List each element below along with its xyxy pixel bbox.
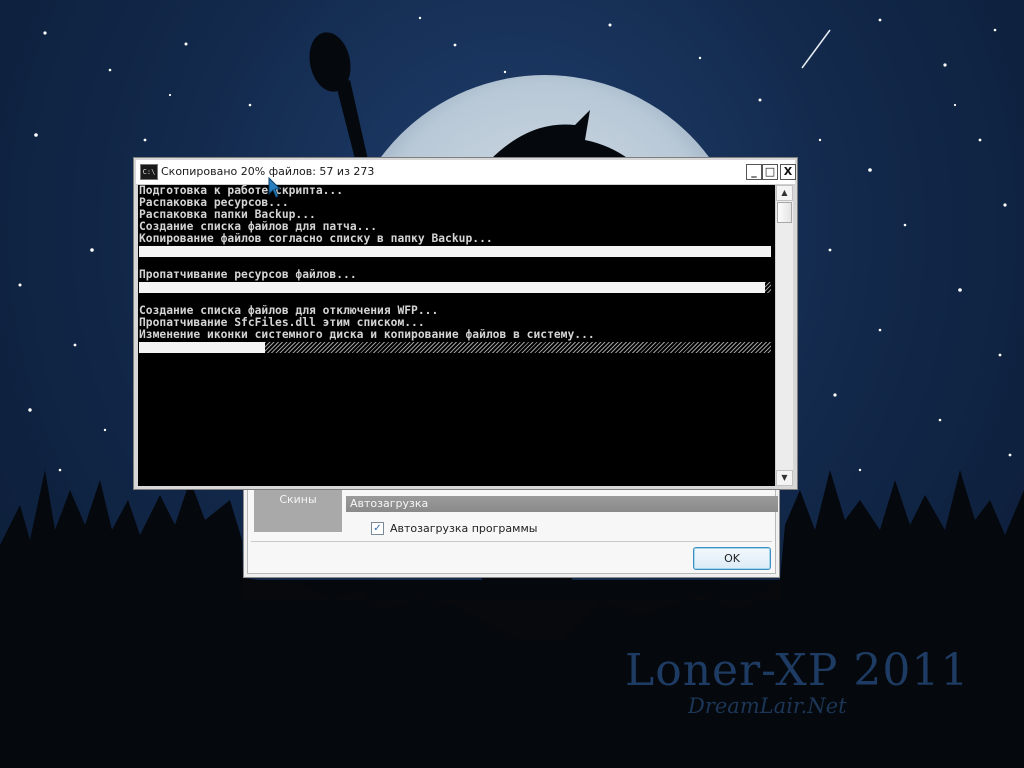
console-line: Пропатчивание ресурсов файлов... — [139, 268, 357, 281]
console-line: Копирование файлов согласно списку в пап… — [139, 232, 493, 245]
watermark-subtitle: DreamLair.Net — [688, 694, 847, 718]
shooting-star — [801, 29, 831, 69]
watermark-title: Loner-XP 2011 — [625, 645, 970, 696]
minimize-button[interactable]: _ — [746, 164, 762, 180]
autoload-row[interactable]: ✓ Автозагрузка программы — [371, 520, 537, 536]
progress-remaining — [764, 282, 771, 293]
autoload-group-header: Автозагрузка — [346, 496, 778, 512]
mouse-pointer-icon — [268, 177, 282, 198]
progress-fill — [139, 282, 765, 293]
desktop: Loner-XP 2011 DreamLair.Net Скины Автоза… — [0, 0, 1024, 768]
console-text: Подготовка к работе скрипта... Распаковка… — [138, 185, 774, 353]
titlebar[interactable]: C:\ Скопировано 20% файлов: 57 из 273 _ … — [136, 160, 796, 185]
console-progress-bar — [139, 246, 771, 257]
scroll-thumb[interactable] — [777, 202, 792, 223]
console-progress-bar — [139, 342, 771, 353]
progress-fill — [139, 246, 771, 257]
vertical-scrollbar[interactable]: ▲ ▼ — [775, 185, 793, 486]
dialog-separator — [251, 541, 772, 542]
close-button[interactable]: X — [780, 164, 796, 180]
console-progress-bar — [139, 282, 771, 293]
scroll-down-arrow-icon[interactable]: ▼ — [776, 470, 793, 486]
ok-button[interactable]: OK — [693, 547, 771, 570]
progress-remaining — [265, 342, 771, 353]
maximize-button[interactable]: □ — [762, 164, 778, 180]
autoload-checkbox-label[interactable]: Автозагрузка программы — [390, 522, 537, 535]
autoload-checkbox[interactable]: ✓ — [371, 521, 384, 535]
progress-fill — [139, 342, 266, 353]
scroll-up-arrow-icon[interactable]: ▲ — [776, 185, 793, 201]
console-app-icon[interactable]: C:\ — [140, 164, 158, 180]
console-line: Изменение иконки системного диска и копи… — [139, 328, 595, 341]
console-window: C:\ Скопировано 20% файлов: 57 из 273 _ … — [133, 157, 798, 490]
console-output[interactable]: Подготовка к работе скрипта... Распаковка… — [138, 185, 793, 486]
